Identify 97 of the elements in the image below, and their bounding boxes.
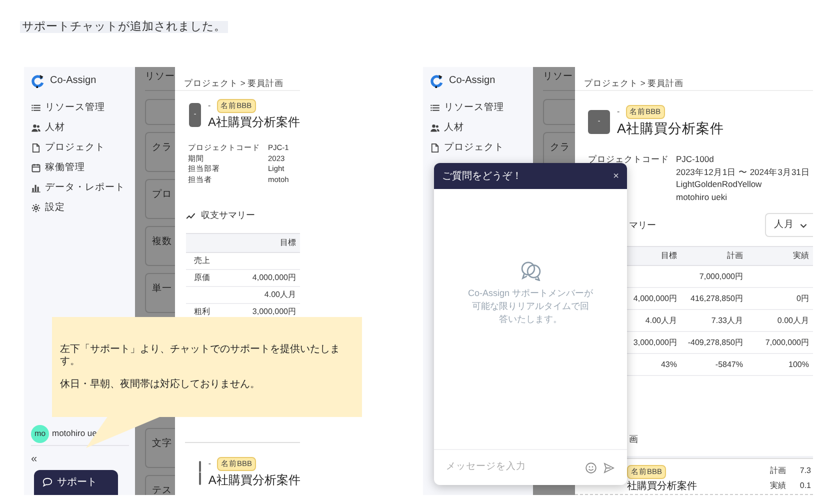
column-header: 目標 [279, 236, 297, 248]
nav-item[interactable]: 人材 [31, 118, 135, 138]
caption: サポートチャットが追加されました。 [20, 21, 228, 33]
table-cell: 7,000,000円 [699, 272, 743, 281]
table-cell: 4,000,000円 [252, 272, 296, 282]
nav-item[interactable]: リソース管理 [430, 98, 533, 118]
callout-text: 左下「サポート」より、チャットでのサポートを提供いたします。 [60, 344, 341, 368]
table-cell: -409,278,850円 [688, 338, 743, 347]
document-icon [31, 143, 41, 153]
chat-bubble-icon [42, 477, 53, 488]
metric-label: 計画 [770, 465, 786, 477]
field-value: 2023年12月1日 〜 2024年3月31日 [676, 166, 811, 178]
list-icon [31, 103, 41, 113]
close-button[interactable]: × [613, 168, 619, 184]
nav-label: 設定 [45, 200, 65, 215]
chat-title: ご質問をどうぞ！ [442, 170, 522, 184]
row-label: 原価 [194, 272, 210, 282]
card-title: プロ [152, 189, 172, 200]
table-cell: 416,278,850円 [690, 294, 743, 303]
row-label: 粗利 [194, 306, 210, 316]
unit-select[interactable]: 人月 [765, 213, 813, 238]
section-title: マリー [629, 218, 656, 232]
send-button[interactable] [603, 462, 615, 474]
field-value: PJC-100d [676, 153, 715, 166]
card-title: テス [152, 485, 172, 495]
bar-chart-icon [31, 183, 41, 193]
calendar-icon [31, 163, 41, 173]
user-avatar: mo [31, 424, 49, 442]
nav-label: 人材 [45, 120, 65, 135]
users-icon [31, 123, 41, 133]
row-label: 売上 [194, 256, 210, 264]
app-name: Co-Assign [449, 74, 496, 88]
project-title: A社購買分析案件 [208, 472, 300, 489]
card-title: 複数 [152, 236, 172, 247]
document-icon [430, 143, 440, 153]
table-cell: -5847% [715, 360, 743, 369]
table-cell: 43% [660, 360, 677, 369]
project-title: A社購買分析案件 [617, 120, 724, 138]
settings-icon [31, 203, 41, 213]
nav-label: データ・レポート [45, 180, 125, 195]
nav-label: プロジェクト [444, 140, 504, 155]
column-header: 目標 [660, 250, 678, 262]
table-cell: 4,000,000円 [633, 294, 677, 303]
nav-label: 人材 [444, 120, 464, 135]
nav-label: プロジェクト [45, 140, 105, 155]
card-title: クラ [152, 142, 172, 153]
collapse-button[interactable]: « [31, 449, 45, 469]
app-name: Co-Assign [50, 74, 96, 88]
table-cell: 7.33人月 [711, 316, 743, 325]
list-icon [430, 103, 440, 113]
field-value: motohiro ueki [676, 190, 728, 204]
card-title: 単一 [152, 283, 172, 294]
trend-line-icon [186, 210, 196, 221]
metric-label: 実績 [770, 480, 786, 492]
table-cell: 0.00人月 [777, 316, 809, 325]
column-header: 実績 [792, 250, 810, 262]
send-icon [603, 462, 615, 474]
project-subtitle: - [208, 100, 211, 112]
nav-item[interactable]: データ・レポート [31, 178, 135, 198]
nav-label: 稼働管理 [45, 160, 85, 175]
table-cell: 100% [788, 360, 809, 369]
nav-item[interactable]: リソース管理 [31, 98, 135, 118]
logo-icon [430, 74, 444, 88]
card-title: クラ [550, 142, 570, 153]
table-cell: 0円 [796, 294, 809, 303]
table-cell: 3,000,000円 [633, 338, 677, 347]
callout-text: 休日・早朝、夜間帯は対応しておりません。 [60, 378, 261, 390]
nav-label: リソース管理 [444, 100, 504, 115]
project-subtitle: - [208, 458, 212, 470]
field-label: プロジェクトコード [588, 153, 666, 166]
table-cell: 7,000,000円 [765, 338, 809, 347]
support-button[interactable]: サポート [34, 470, 118, 495]
nav-item[interactable]: プロジェクト [31, 138, 135, 158]
project-title: A社購買分析案件 [208, 114, 300, 131]
nav-item[interactable]: 人材 [430, 118, 533, 138]
column-header: 計画 [726, 250, 744, 262]
logo-icon [31, 74, 45, 88]
nav-label: リソース管理 [45, 100, 105, 115]
users-icon [430, 123, 440, 133]
field-value: LightGoldenRodYellow [676, 178, 763, 191]
card-title: 文字 [152, 438, 172, 449]
section-title: 画 [629, 434, 638, 444]
nav-item[interactable]: 設定 [31, 198, 135, 218]
table-cell: 4.00人月 [264, 290, 296, 298]
nav-item[interactable]: 稼働管理 [31, 158, 135, 178]
metric-value: 7.3 [800, 465, 811, 477]
table-cell: 3,000,000円 [252, 306, 296, 316]
project-title: 社購買分析案件 [627, 480, 697, 494]
nav-item[interactable]: プロジェクト [430, 138, 533, 158]
project-subtitle: - [617, 106, 620, 118]
table-cell: 4.00人月 [645, 316, 677, 325]
breadcrumb[interactable]: プロジェクト > 要員計画 [584, 78, 684, 88]
breadcrumb[interactable]: プロジェクト > 要員計画 [184, 78, 284, 88]
chat-message: Co-Assign サポートメンバーが可能な限りリアルタイムで回答いたします。 [468, 287, 593, 326]
emoji-icon [585, 462, 597, 474]
metric-value: 0.1 [800, 480, 811, 492]
section-title: 収支サマリー [201, 209, 255, 222]
